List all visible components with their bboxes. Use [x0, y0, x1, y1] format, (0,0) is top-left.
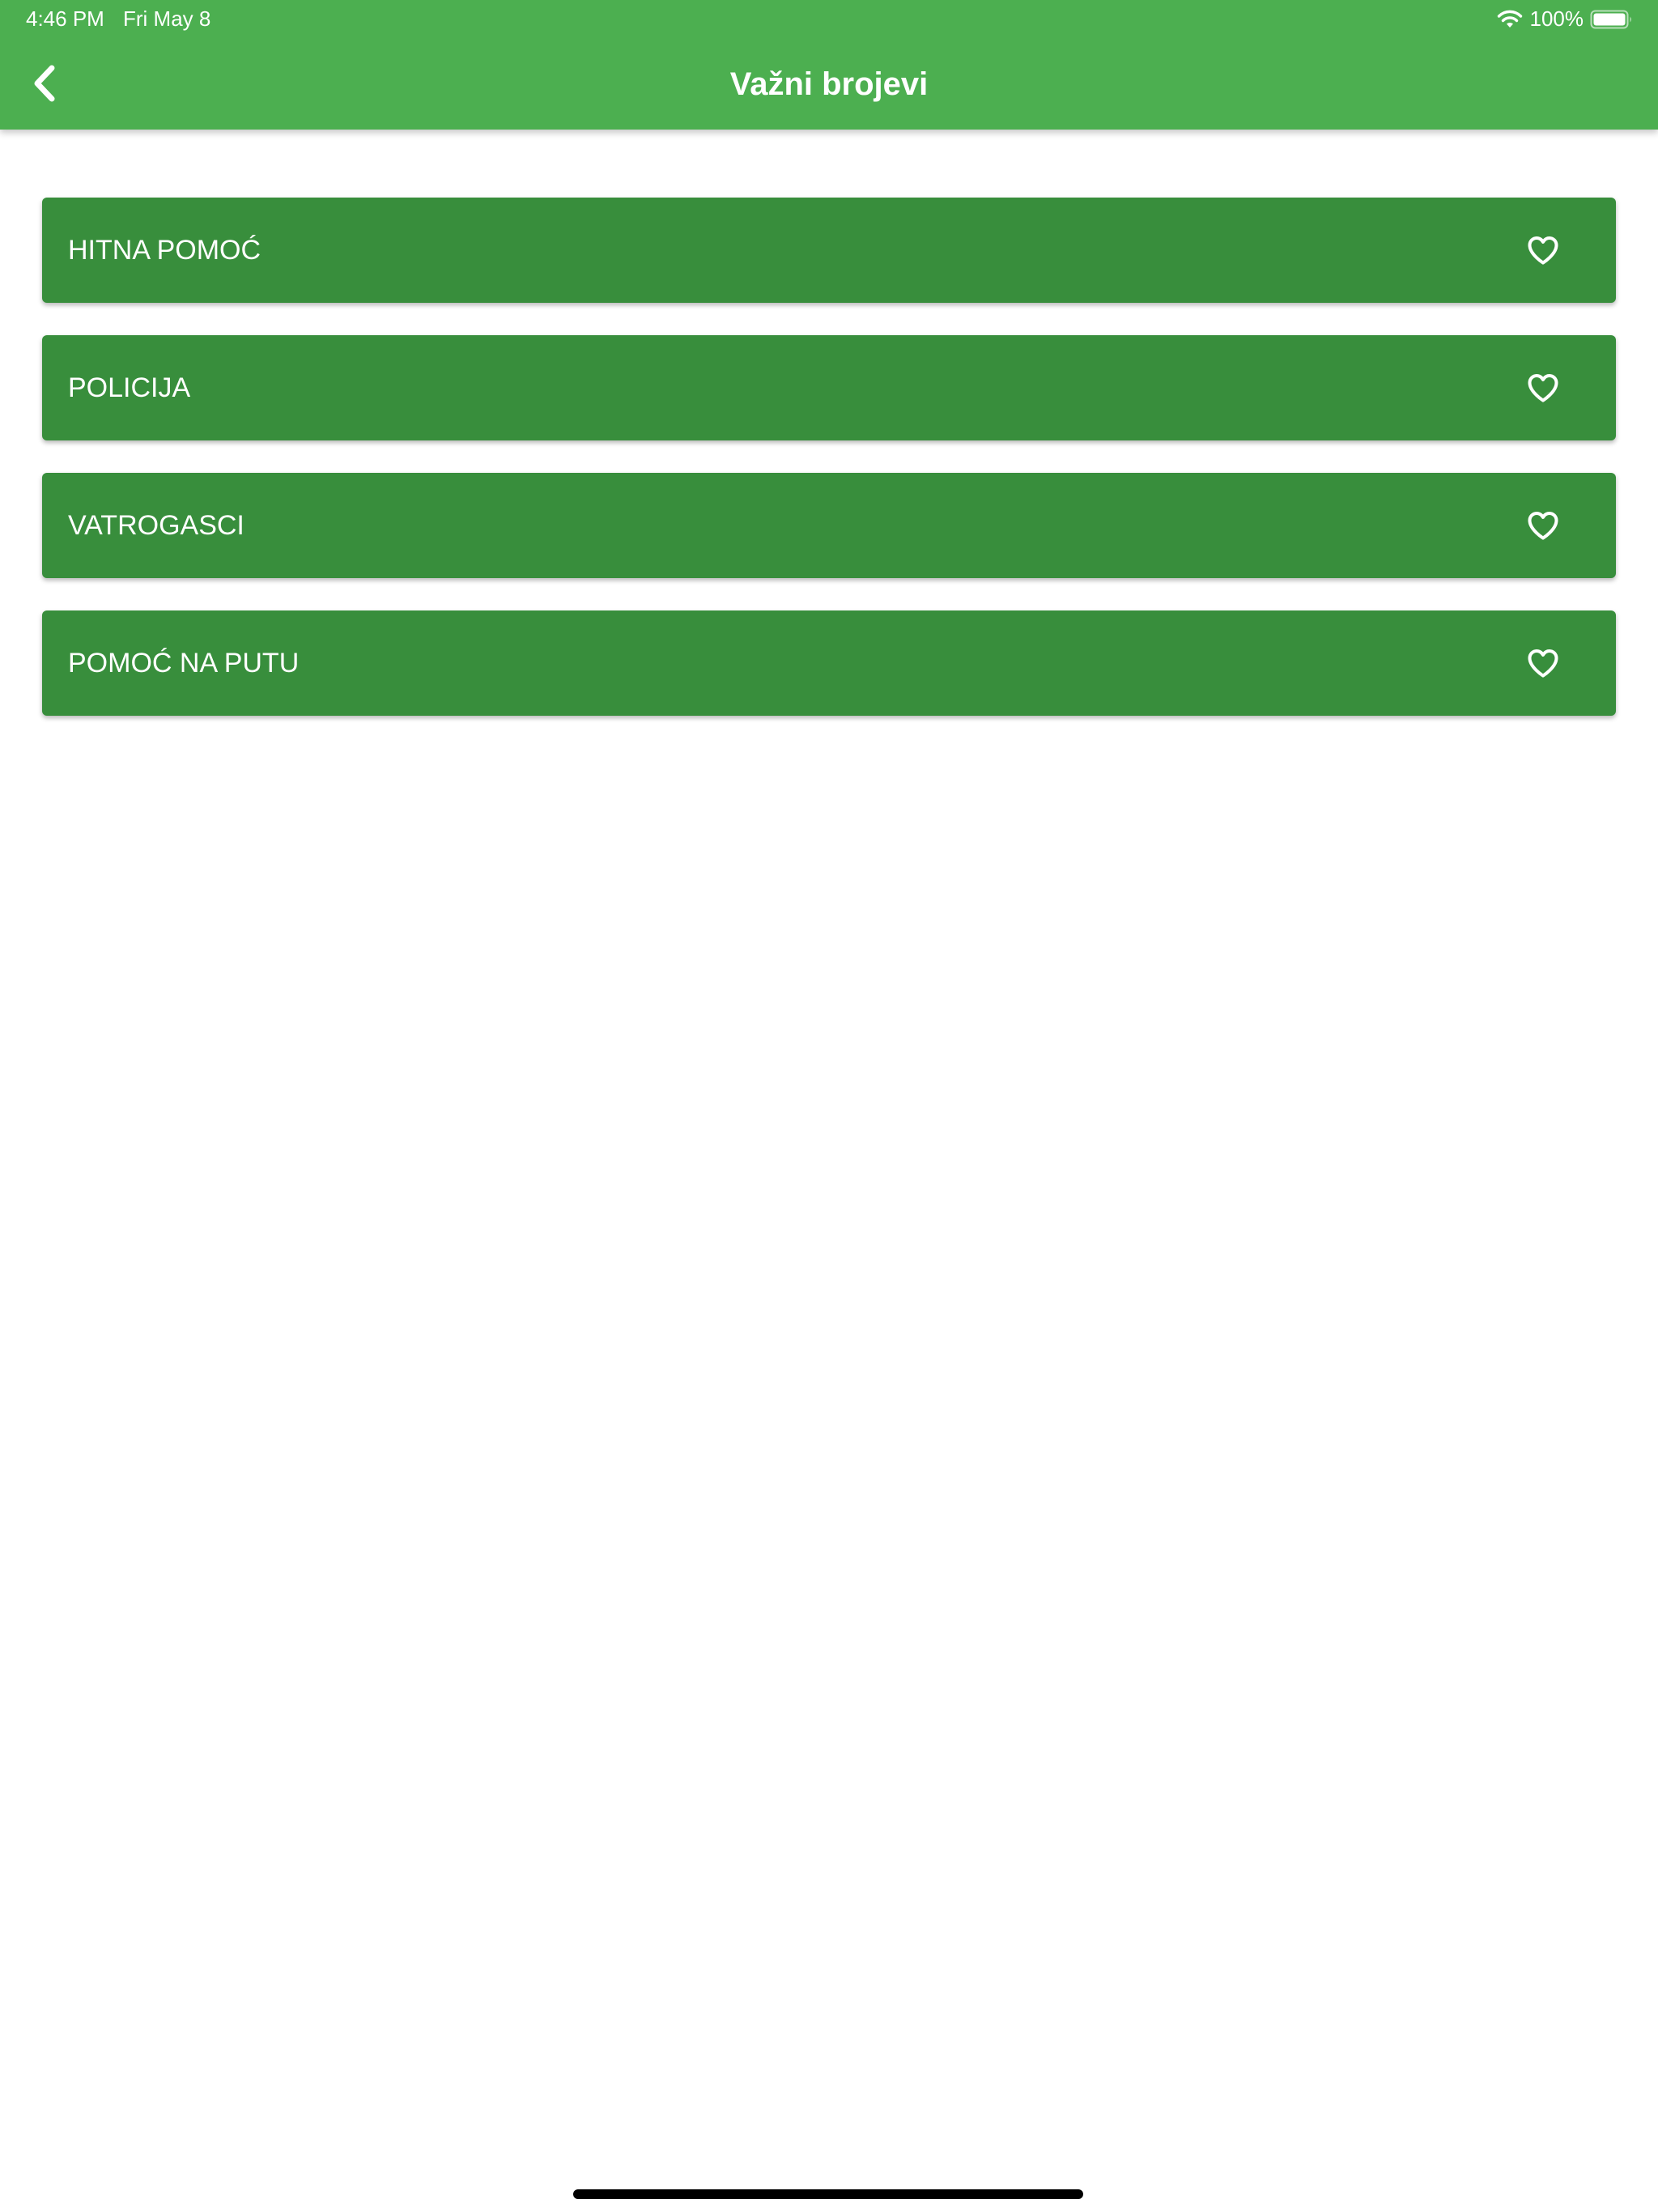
- app-screen: 4:46 PM Fri May 8 100% Važni brojevi HIT…: [0, 0, 1658, 2212]
- battery-percent: 100%: [1529, 6, 1584, 31]
- battery-icon: [1590, 9, 1634, 30]
- status-indicators: 100%: [1496, 6, 1635, 32]
- list-item-label: POLICIJA: [68, 372, 191, 403]
- list-item-label: POMOĆ NA PUTU: [68, 648, 300, 678]
- status-time: 4:46 PM: [26, 6, 104, 31]
- app-bar: 4:46 PM Fri May 8 100% Važni brojevi: [0, 0, 1658, 130]
- important-numbers-list: HITNA POMOĆ POLICIJA VATROGASCI POMOĆ NA…: [42, 198, 1616, 748]
- wifi-icon: [1496, 9, 1524, 30]
- status-date: Fri May 8: [123, 6, 211, 31]
- list-item-pomoc-na-putu[interactable]: POMOĆ NA PUTU: [42, 610, 1616, 716]
- home-indicator[interactable]: [573, 2189, 1083, 2199]
- page-title: Važni brojevi: [729, 66, 929, 102]
- list-item-label: VATROGASCI: [68, 510, 244, 541]
- list-item-policija[interactable]: POLICIJA: [42, 335, 1616, 440]
- heart-outline-icon: [1525, 370, 1561, 406]
- status-bar: 4:46 PM Fri May 8 100%: [0, 0, 1658, 39]
- heart-outline-icon: [1525, 508, 1561, 543]
- heart-outline-icon: [1525, 232, 1561, 268]
- favorite-button[interactable]: [1517, 500, 1569, 551]
- list-item-vatrogasci[interactable]: VATROGASCI: [42, 473, 1616, 578]
- list-item-label: HITNA POMOĆ: [68, 235, 261, 266]
- favorite-button[interactable]: [1517, 224, 1569, 276]
- favorite-button[interactable]: [1517, 637, 1569, 689]
- list-item-hitna-pomoc[interactable]: HITNA POMOĆ: [42, 198, 1616, 303]
- heart-outline-icon: [1525, 645, 1561, 681]
- favorite-button[interactable]: [1517, 362, 1569, 414]
